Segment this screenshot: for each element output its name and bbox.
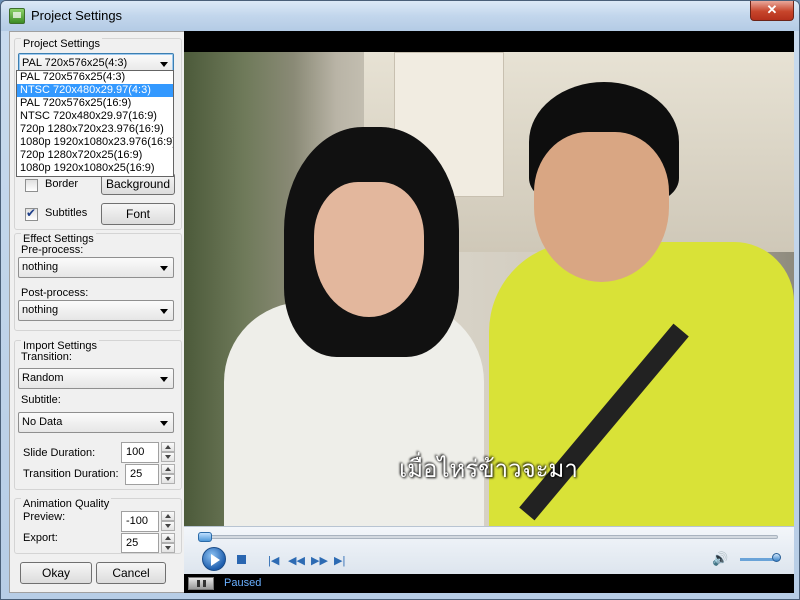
chevron-down-icon [160, 421, 168, 426]
format-option[interactable]: PAL 720x576x25(16:9) [17, 97, 173, 110]
title-bar[interactable]: Project Settings ✕ [1, 1, 799, 31]
transition-label: Transition: [21, 351, 72, 363]
transition-select[interactable]: Random [18, 368, 174, 389]
cancel-button[interactable]: Cancel [96, 562, 166, 584]
format-option[interactable]: PAL 720x576x25(4:3) [17, 71, 173, 84]
person-girl-face [314, 182, 424, 317]
postprocess-label: Post-process: [21, 287, 89, 299]
transition-select-value: Random [22, 372, 64, 384]
project-settings-window: Project Settings ✕ Project Settings PAL … [0, 0, 800, 600]
slide-duration-label: Slide Duration: [23, 447, 96, 459]
preprocess-select[interactable]: nothing [18, 257, 174, 278]
playback-status: Paused [224, 577, 262, 589]
speaker-icon[interactable]: 🔊 [712, 551, 728, 567]
stop-icon[interactable] [237, 555, 246, 564]
skip-previous-icon[interactable]: |◀ [268, 554, 279, 567]
chevron-down-icon [160, 377, 168, 382]
player-controls: |◀ ◀◀ ▶▶ ▶| 🔊 [184, 526, 794, 574]
pause-icon[interactable] [188, 577, 214, 590]
window-title: Project Settings [31, 8, 123, 23]
preview-photo: เมื่อไหร่ข้าวจะมา [184, 52, 794, 530]
format-dropdown-list[interactable]: PAL 720x576x25(4:3) NTSC 720x480x29.97(4… [16, 70, 174, 177]
preprocess-label: Pre-process: [21, 244, 84, 256]
fast-forward-icon[interactable]: ▶▶ [311, 554, 328, 567]
spin-up-icon[interactable] [161, 533, 175, 543]
okay-button[interactable]: Okay [20, 562, 92, 584]
chevron-down-icon [160, 309, 168, 314]
export-quality-spinner[interactable] [161, 533, 175, 554]
subtitle-source-select[interactable]: No Data [18, 412, 174, 433]
rewind-icon[interactable]: ◀◀ [288, 554, 305, 567]
preview-quality-spinner[interactable] [161, 511, 175, 532]
person-boy-face [534, 132, 669, 282]
subtitle-source-select-value: No Data [22, 416, 63, 428]
subtitle-source-label: Subtitle: [21, 394, 61, 406]
border-checkbox[interactable] [25, 179, 38, 192]
border-label: Border [45, 178, 79, 190]
preprocess-select-value: nothing [22, 261, 59, 273]
slide-duration-input[interactable]: 100 [121, 442, 159, 463]
transition-duration-input[interactable]: 25 [125, 464, 159, 485]
format-option[interactable]: 1080p 1920x1080x23.976(16:9) [17, 136, 173, 149]
format-option[interactable]: 1080p 1920x1080x25(16:9) [17, 162, 173, 175]
subtitles-checkbox[interactable] [25, 206, 38, 221]
font-button[interactable]: Font [101, 203, 175, 225]
preview-quality-input[interactable]: -100 [121, 511, 159, 532]
format-option[interactable]: 720p 1280x720x23.976(16:9) [17, 123, 173, 136]
format-option[interactable]: NTSC 720x480x29.97(16:9) [17, 110, 173, 123]
skip-next-icon[interactable]: ▶| [334, 554, 345, 567]
import-settings-group: Import Settings Transition: Random Subti… [14, 340, 182, 490]
spin-down-icon[interactable] [161, 543, 175, 553]
spin-up-icon[interactable] [161, 464, 175, 474]
slide-duration-spinner[interactable] [161, 442, 175, 463]
subtitles-label: Subtitles [45, 207, 88, 219]
transition-duration-spinner[interactable] [161, 464, 175, 485]
format-option[interactable]: 720p 1280x720x25(16:9) [17, 149, 173, 162]
group-title-project-settings: Project Settings [21, 38, 103, 50]
subtitle-overlay: เมื่อไหร่ข้าวจะมา [399, 456, 578, 483]
close-button[interactable]: ✕ [750, 1, 794, 21]
export-quality-input[interactable]: 25 [121, 533, 159, 553]
seek-bar[interactable] [198, 532, 778, 542]
chevron-down-icon [160, 62, 168, 67]
volume-thumb[interactable] [772, 553, 781, 562]
preview-quality-label: Preview: [23, 511, 66, 523]
postprocess-select-value: nothing [22, 304, 59, 316]
spin-down-icon[interactable] [161, 521, 175, 531]
export-quality-label: Export: [23, 532, 58, 544]
chevron-down-icon [160, 266, 168, 271]
format-option-highlighted[interactable]: NTSC 720x480x29.97(4:3) [17, 84, 173, 97]
format-select-value: PAL 720x576x25(4:3) [22, 57, 128, 69]
spin-down-icon[interactable] [161, 452, 175, 462]
effect-settings-group: Effect Settings Pre-process: nothing Pos… [14, 233, 182, 331]
spin-down-icon[interactable] [161, 474, 175, 484]
animation-quality-group: Animation Quality Preview: -100 Export: … [14, 498, 182, 554]
spin-up-icon[interactable] [161, 442, 175, 452]
postprocess-select[interactable]: nothing [18, 300, 174, 321]
transition-duration-label: Transition Duration: [23, 468, 119, 480]
group-title-animation-quality: Animation Quality [21, 498, 112, 510]
status-bar: Paused [184, 574, 794, 593]
play-icon[interactable] [202, 547, 226, 571]
spin-up-icon[interactable] [161, 511, 175, 521]
seek-thumb[interactable] [198, 532, 212, 542]
app-icon [9, 8, 25, 24]
video-preview[interactable]: เมื่อไหร่ข้าวจะมา [184, 31, 794, 530]
